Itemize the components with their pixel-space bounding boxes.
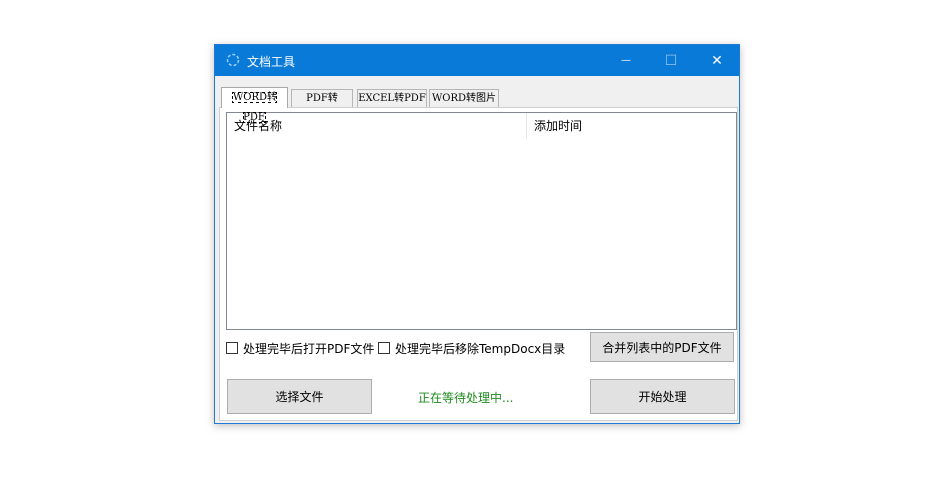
file-list[interactable]: 文件名称 添加时间 (226, 112, 737, 330)
remove-temp-checkbox[interactable]: 处理完毕后移除TempDocx目录 (378, 339, 565, 357)
app-icon (226, 53, 240, 67)
column-header-file-name[interactable]: 文件名称 (227, 113, 527, 139)
close-button[interactable]: ✕ (694, 45, 740, 76)
checkbox-label: 处理完毕后移除TempDocx目录 (395, 341, 566, 356)
close-icon: ✕ (711, 52, 723, 69)
checkbox-box[interactable] (226, 342, 238, 354)
status-text: 正在等待处理中... (418, 391, 514, 405)
minimize-icon: — (621, 55, 631, 66)
column-header-added-time[interactable]: 添加时间 (527, 113, 736, 139)
maximize-button[interactable]: ☐ (648, 45, 694, 76)
tab-word-to-pdf[interactable]: WORD转PDF (221, 87, 288, 123)
tab-excel-to-pdf[interactable]: EXCEL转PDF (357, 89, 427, 107)
tab-word-to-image[interactable]: WORD转图片 (429, 89, 499, 107)
minimize-button[interactable]: — (603, 45, 649, 76)
title-bar: 文档工具 — ☐ ✕ (215, 45, 739, 76)
tab-panel: 文件名称 添加时间 处理完毕后打开PDF文件 处理完毕后移除TempDocx目录… (219, 107, 738, 421)
start-button[interactable]: 开始处理 (590, 379, 735, 414)
checkbox-label: 处理完毕后打开PDF文件 (243, 341, 375, 356)
tab-pdf-to-word[interactable]: PDF转WORD (291, 89, 353, 122)
maximize-icon: ☐ (664, 52, 678, 69)
app-window: 文档工具 — ☐ ✕ WORD转PDF PDF转WORD EXCEL转PDF W… (214, 44, 740, 424)
checkbox-box[interactable] (378, 342, 390, 354)
tab-label: WORD转图片 (431, 93, 497, 104)
window-title: 文档工具 (247, 55, 296, 69)
merge-pdf-button[interactable]: 合并列表中的PDF文件 (590, 332, 734, 362)
tab-label: EXCEL转PDF (358, 93, 426, 104)
select-files-button[interactable]: 选择文件 (227, 379, 372, 414)
open-pdf-checkbox[interactable]: 处理完毕后打开PDF文件 (226, 339, 374, 357)
